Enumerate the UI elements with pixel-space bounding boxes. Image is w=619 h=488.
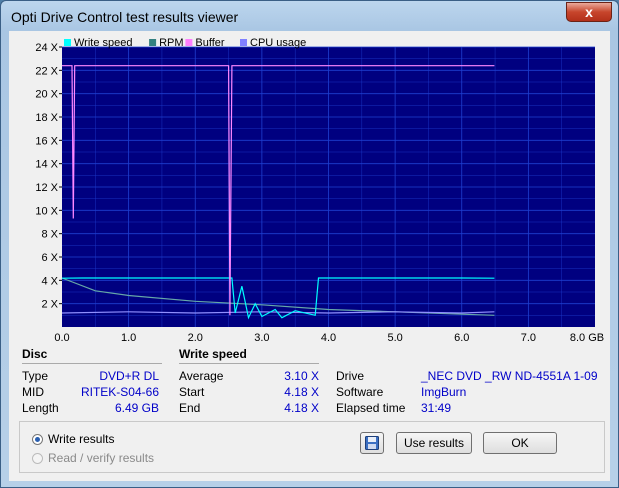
chart-panel: 2 X 4 X 6 X 8 X 10 X 12 X 14 X 16 X 18 X 20 X 22 X…	[19, 37, 605, 345]
x-tick-label: 4.0	[321, 332, 336, 344]
average-label: Average	[179, 369, 224, 383]
write-speed-section-title: Write speed	[179, 347, 247, 361]
start-value: 4.18 X	[284, 385, 319, 399]
window-title: Opti Drive Control test results viewer	[11, 9, 239, 25]
y-tick-label: 4 X	[41, 275, 58, 287]
speed-chart: 2 X 4 X 6 X 8 X 10 X 12 X 14 X 16 X 18 X 20 X 22 X…	[35, 37, 604, 344]
disc-mid-value: RITEK-S04-66	[80, 385, 159, 399]
software-label: Software	[336, 385, 384, 399]
disc-length-value: 6.49 GB	[114, 401, 159, 415]
x-tick-label: 0.0	[54, 332, 69, 344]
y-tick-label: 24 X	[35, 42, 58, 54]
average-value: 3.10 X	[284, 369, 319, 383]
drive-label: Drive	[336, 369, 365, 383]
disc-section-title: Disc	[22, 347, 48, 361]
y-tick-label: 22 X	[35, 65, 58, 77]
app-window: Opti Drive Control test results viewer x…	[0, 0, 619, 488]
title-bar: Opti Drive Control test results viewer x	[1, 1, 618, 31]
drive-value: _NEC DVD _RW ND-4551A 1-09	[421, 369, 598, 383]
legend-label: Buffer	[195, 37, 224, 49]
disc-mid-label: MID	[22, 385, 44, 399]
read-verify-results-label[interactable]: Read / verify results	[48, 451, 154, 465]
options-panel: Write results Read / verify results Use …	[19, 421, 605, 473]
write-results-label[interactable]: Write results	[48, 432, 114, 446]
legend-swatch	[240, 39, 247, 46]
x-tick-label: 1.0	[121, 332, 136, 344]
y-tick-label: 6 X	[41, 252, 58, 264]
client-area: 2 X 4 X 6 X 8 X 10 X 12 X 14 X 16 X 18 X 20 X 22 X…	[9, 31, 610, 481]
elapsed-time-value: 31:49	[421, 401, 452, 415]
legend-swatch	[64, 39, 71, 46]
close-icon: x	[585, 4, 593, 20]
disc-length-label: Length	[22, 401, 59, 415]
legend-swatch	[185, 39, 193, 46]
y-tick-label: 8 X	[41, 229, 58, 241]
end-label: End	[179, 401, 201, 415]
legend-label: Write speed	[74, 37, 133, 49]
x-tick-label: 8.0 GB	[570, 332, 604, 344]
disc-type-value: DVD+R DL	[99, 369, 159, 383]
ok-button[interactable]: OK	[483, 432, 557, 454]
disc-divider	[22, 363, 162, 364]
legend-swatch	[149, 39, 157, 46]
legend-label: RPM	[159, 37, 183, 49]
y-axis: 2 X 4 X 6 X 8 X 10 X 12 X 14 X 16 X 18 X 20 X 22 X…	[35, 42, 62, 311]
y-tick-label: 20 X	[35, 89, 58, 101]
read-verify-results-radio[interactable]	[32, 453, 43, 464]
x-tick-label: 6.0	[454, 332, 469, 344]
x-tick-label: 7.0	[521, 332, 536, 344]
start-label: Start	[179, 385, 205, 399]
software-value: ImgBurn	[421, 385, 467, 399]
y-tick-label: 14 X	[35, 159, 58, 171]
y-tick-label: 10 X	[35, 205, 58, 217]
y-tick-label: 16 X	[35, 135, 58, 147]
save-icon	[365, 436, 379, 450]
y-tick-label: 2 X	[41, 299, 58, 311]
x-tick-label: 2.0	[188, 332, 203, 344]
x-tick-label: 5.0	[387, 332, 402, 344]
y-tick-label: 18 X	[35, 112, 58, 124]
legend-label: CPU usage	[250, 37, 306, 49]
save-button[interactable]	[360, 432, 384, 454]
x-axis: 0.0 1.0 2.0 3.0 4.0 5.0 6.0 7.0 8.0 GB	[54, 332, 604, 344]
y-tick-label: 12 X	[35, 182, 58, 194]
elapsed-time-label: Elapsed time	[336, 401, 406, 415]
disc-type-label: Type	[22, 369, 49, 383]
write-speed-divider	[179, 363, 319, 364]
use-results-button[interactable]: Use results	[396, 432, 472, 454]
close-button[interactable]: x	[566, 2, 612, 22]
end-value: 4.18 X	[284, 401, 319, 415]
write-results-radio[interactable]	[32, 434, 43, 445]
x-tick-label: 3.0	[254, 332, 269, 344]
